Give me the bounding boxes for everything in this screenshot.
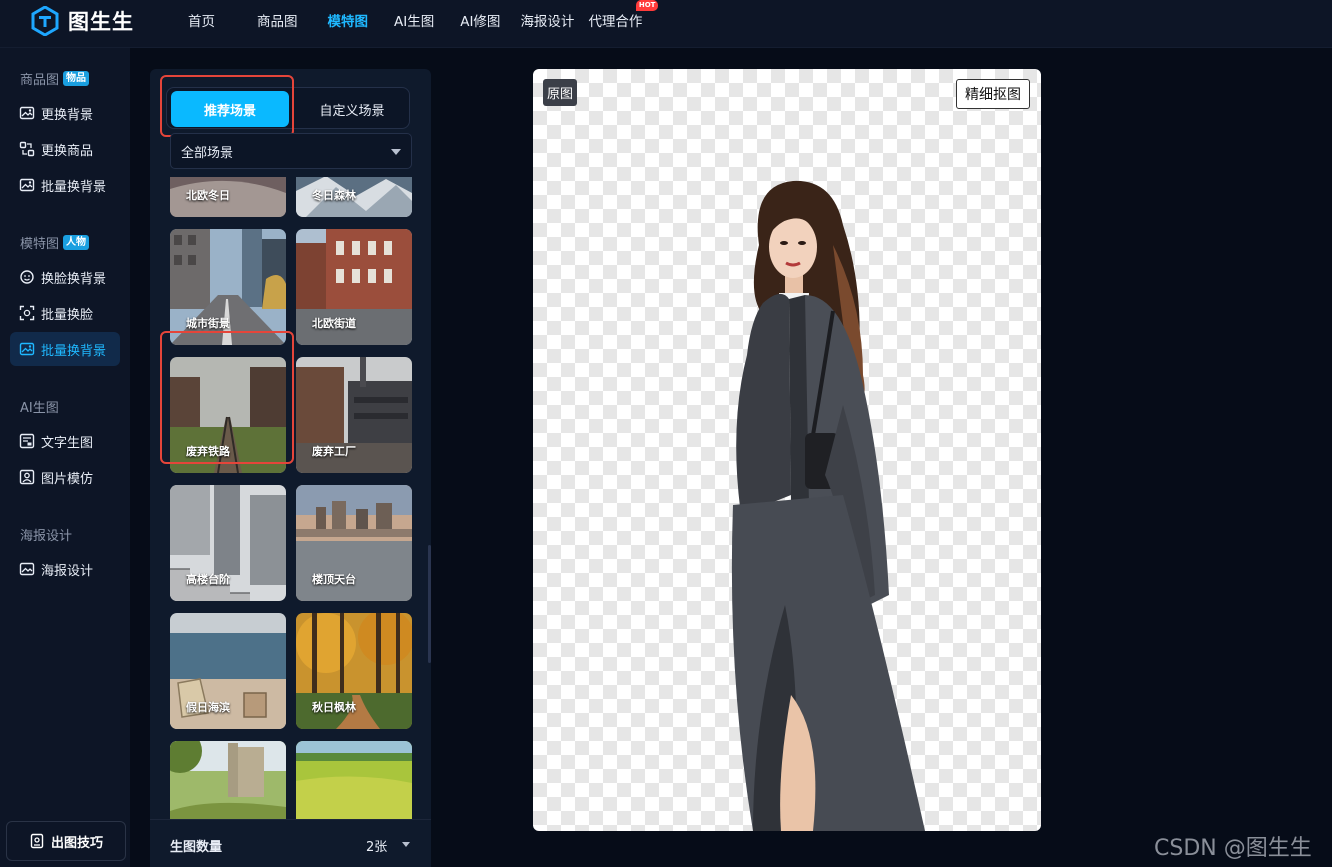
scene-label: 楼顶天台 xyxy=(312,573,356,586)
sidebar-group-title: 海报设计 xyxy=(20,529,73,544)
scene-label: 高楼台阶 xyxy=(186,573,230,586)
model-cutout-image xyxy=(731,180,925,831)
generate-count-select[interactable]: 2张 xyxy=(366,836,387,855)
scene-tile-castle[interactable] xyxy=(170,741,286,819)
sidebar-group-poster: 海报设计 xyxy=(20,525,72,544)
sidebar-item-label: 批量换脸 xyxy=(41,307,94,323)
generate-count-label: 生图数量 xyxy=(170,840,223,855)
poster-icon xyxy=(19,562,35,576)
main-nav: 首页 商品图 模特图 AI生图 AI修图 海报设计 代理合作 HOT xyxy=(178,0,659,40)
sidebar-item-change-background[interactable]: 更换背景 xyxy=(10,96,120,130)
sidebar-group-product: 商品图 物品 xyxy=(20,69,90,88)
scene-tabs: 推荐场景 自定义场景 xyxy=(166,87,410,129)
sidebar-group-title: 商品图 xyxy=(20,73,60,88)
scene-label: 北欧街道 xyxy=(312,317,356,330)
nav-item-home[interactable]: 首页 xyxy=(178,10,225,30)
scene-tile-abandoned-railway[interactable]: 废弃铁路 xyxy=(170,357,286,473)
tips-button-label: 出图技巧 xyxy=(50,835,103,851)
generate-count-bar: 生图数量 2张 xyxy=(150,819,431,867)
scene-tile-autumn-maple[interactable]: 秋日枫林 xyxy=(296,613,412,729)
batch-background-icon xyxy=(19,178,35,192)
sidebar-group-model: 模特图 人物 xyxy=(20,233,90,252)
nav-item-product-image[interactable]: 商品图 xyxy=(247,10,308,30)
tips-icon xyxy=(30,833,44,849)
refine-cutout-button[interactable]: 精细抠图 xyxy=(956,79,1030,109)
text-to-image-icon xyxy=(19,433,35,449)
sidebar-item-text-to-image[interactable]: 文字生图 xyxy=(10,424,120,458)
sidebar-item-label: 批量换背景 xyxy=(41,343,107,359)
scene-tile-city-street[interactable]: 城市街景 xyxy=(170,229,286,345)
sidebar-item-label: 图片模仿 xyxy=(41,471,94,487)
sidebar-item-label: 更换背景 xyxy=(41,107,94,123)
sidebar-item-face-swap-background[interactable]: 换脸换背景 xyxy=(10,260,120,294)
image-imitate-icon xyxy=(19,469,35,485)
scene-filter-select[interactable]: 全部场景 xyxy=(170,133,412,169)
scene-label: 废弃工厂 xyxy=(312,445,356,458)
sidebar-item-label: 批量换背景 xyxy=(41,179,107,195)
tab-custom-scenes[interactable]: 自定义场景 xyxy=(297,91,407,127)
scene-thumbnail xyxy=(296,741,412,819)
scene-label: 北欧冬日 xyxy=(186,189,230,202)
chevron-down-icon[interactable] xyxy=(402,842,410,847)
scene-label: 假日海滨 xyxy=(186,701,230,714)
batch-background-icon xyxy=(19,342,35,356)
watermark: CSDN @图生生 xyxy=(1154,836,1312,861)
scene-label: 秋日枫林 xyxy=(312,701,356,714)
scene-tile-holiday-seaside[interactable]: 假日海滨 xyxy=(170,613,286,729)
nav-item-poster-design[interactable]: 海报设计 xyxy=(510,10,584,30)
sidebar-item-label: 更换商品 xyxy=(41,143,94,159)
scene-panel: 推荐场景 自定义场景 全部场景 北欧冬日 冬日森林 城市街景 北欧街道 废弃铁路… xyxy=(150,69,431,867)
nav-item-agent-partner[interactable]: 代理合作 HOT xyxy=(578,0,659,30)
sidebar-group-badge: 物品 xyxy=(63,71,90,86)
batch-face-icon xyxy=(19,305,35,321)
nav-item-model-image[interactable]: 模特图 xyxy=(318,10,379,30)
logo-icon xyxy=(31,6,59,36)
scene-label: 城市街景 xyxy=(186,317,230,330)
scene-tile-rooftop[interactable]: 楼顶天台 xyxy=(296,485,412,601)
scene-tile-abandoned-factory[interactable]: 废弃工厂 xyxy=(296,357,412,473)
logo[interactable]: 图生生 xyxy=(30,5,134,37)
sidebar-item-change-product[interactable]: 更换商品 xyxy=(10,132,120,166)
scene-tile-meadow[interactable] xyxy=(296,741,412,819)
scene-tile-nordic-street[interactable]: 北欧街道 xyxy=(296,229,412,345)
sidebar-group-badge: 人物 xyxy=(63,235,90,250)
tab-recommended-scenes[interactable]: 推荐场景 xyxy=(171,91,289,127)
scene-tile-high-rise-steps[interactable]: 高楼台阶 xyxy=(170,485,286,601)
sidebar-group-ai-generate: AI生图 xyxy=(20,397,59,416)
nav-item-agent-partner-label: 代理合作 xyxy=(588,14,643,30)
top-navigation-bar: 图生生 首页 商品图 模特图 AI生图 AI修图 海报设计 代理合作 HOT xyxy=(0,0,1332,48)
scene-tile-winter-forest[interactable]: 冬日森林 xyxy=(296,177,412,217)
product-swap-icon xyxy=(19,141,35,157)
sidebar-item-label: 换脸换背景 xyxy=(41,271,107,287)
sidebar-item-batch-background[interactable]: 批量换背景 xyxy=(10,168,120,202)
face-swap-icon xyxy=(20,270,34,284)
scene-tile-nordic-winter[interactable]: 北欧冬日 xyxy=(170,177,286,217)
sidebar-group-title: AI生图 xyxy=(20,401,59,416)
sidebar-item-poster-design[interactable]: 海报设计 xyxy=(10,552,120,586)
sidebar-item-image-imitate[interactable]: 图片模仿 xyxy=(10,460,120,494)
left-sidebar: 商品图 物品 更换背景 更换商品 批量换背景 模特图 人物 换脸换背景 批量换脸… xyxy=(0,48,130,867)
hot-badge: HOT xyxy=(635,0,659,11)
scene-label: 废弃铁路 xyxy=(186,445,230,458)
image-preview-canvas: 原图 精细抠图 xyxy=(533,69,1041,831)
sidebar-item-label: 海报设计 xyxy=(41,563,94,579)
sidebar-item-label: 文字生图 xyxy=(41,435,94,451)
sidebar-item-batch-face-swap[interactable]: 批量换脸 xyxy=(10,296,120,330)
scrollbar-thumb[interactable] xyxy=(428,545,431,663)
tips-button[interactable]: 出图技巧 xyxy=(6,821,126,861)
app-name: 图生生 xyxy=(68,10,134,34)
sidebar-group-title: 模特图 xyxy=(20,237,60,252)
scene-label: 冬日森林 xyxy=(312,189,356,202)
image-swap-icon xyxy=(19,106,35,120)
sidebar-item-batch-background-model[interactable]: 批量换背景 xyxy=(10,332,120,366)
chevron-down-icon xyxy=(391,149,401,155)
scene-filter-value: 全部场景 xyxy=(181,145,234,161)
nav-item-ai-generate[interactable]: AI生图 xyxy=(384,10,444,30)
scene-grid: 北欧冬日 冬日森林 城市街景 北欧街道 废弃铁路 废弃工厂 高楼台阶 楼顶天台 … xyxy=(150,177,431,819)
nav-item-ai-retouch[interactable]: AI修图 xyxy=(450,10,510,30)
scene-thumbnail xyxy=(170,741,286,819)
original-image-tag: 原图 xyxy=(543,79,578,106)
